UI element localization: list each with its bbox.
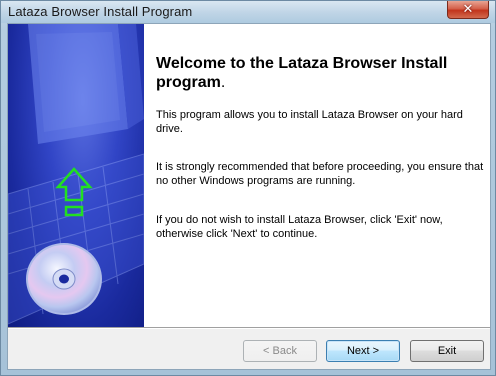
recommendation-paragraph: It is strongly recommended that before p… [156, 161, 484, 187]
intro-paragraph: This program allows you to install Lataz… [156, 109, 463, 135]
exit-button[interactable]: Exit [410, 340, 484, 362]
window-title: Lataza Browser Install Program [8, 4, 193, 19]
side-banner [8, 24, 144, 327]
close-button[interactable]: ✕ [447, 1, 489, 19]
title-bar[interactable]: Lataza Browser Install Program ✕ [1, 1, 495, 23]
banner-graphic [8, 24, 144, 325]
next-button[interactable]: Next > [326, 340, 400, 362]
close-icon: ✕ [462, 2, 474, 17]
installer-window: Lataza Browser Install Program ✕ Welcome… [0, 0, 496, 376]
installer-client-area: Welcome to the Lataza Browser Install pr… [7, 23, 491, 370]
welcome-panel: Welcome to the Lataza Browser Install pr… [144, 24, 490, 327]
button-bar: < Back Next > Exit [8, 329, 490, 369]
monitor-graphic [28, 24, 144, 144]
welcome-heading: Welcome to the Lataza Browser Install pr… [156, 54, 486, 92]
cd-disc-icon [26, 243, 102, 315]
exit-instructions-paragraph: If you do not wish to install Lataza Bro… [156, 214, 443, 240]
heading-period: . [220, 74, 226, 91]
heading-text: Welcome to the Lataza Browser Install pr… [156, 55, 448, 91]
back-button[interactable]: < Back [243, 340, 317, 362]
